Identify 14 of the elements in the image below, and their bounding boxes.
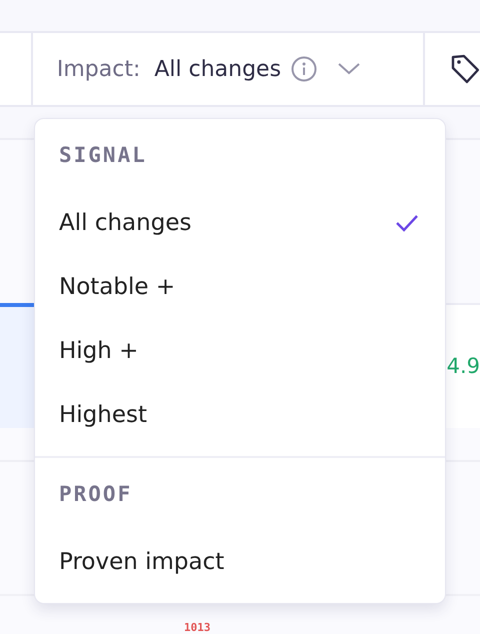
menu-option[interactable]: High +: [35, 319, 445, 383]
info-icon: [291, 56, 318, 82]
menu-option[interactable]: All changes: [35, 191, 445, 255]
section-heading: PROOF: [58, 481, 134, 508]
filter-value: All changes: [154, 56, 282, 84]
number-label: 1013: [184, 620, 210, 634]
stat-value: 4.9: [446, 352, 480, 380]
menu-option[interactable]: Notable +: [35, 255, 445, 319]
menu-option[interactable]: Proven impact: [35, 530, 445, 594]
chevron-down-icon: [337, 62, 362, 76]
section-heading: SIGNAL: [58, 142, 148, 169]
menu-option[interactable]: Highest: [35, 383, 445, 456]
tag-icon[interactable]: [450, 53, 480, 85]
filter-label: Impact:: [56, 56, 140, 84]
